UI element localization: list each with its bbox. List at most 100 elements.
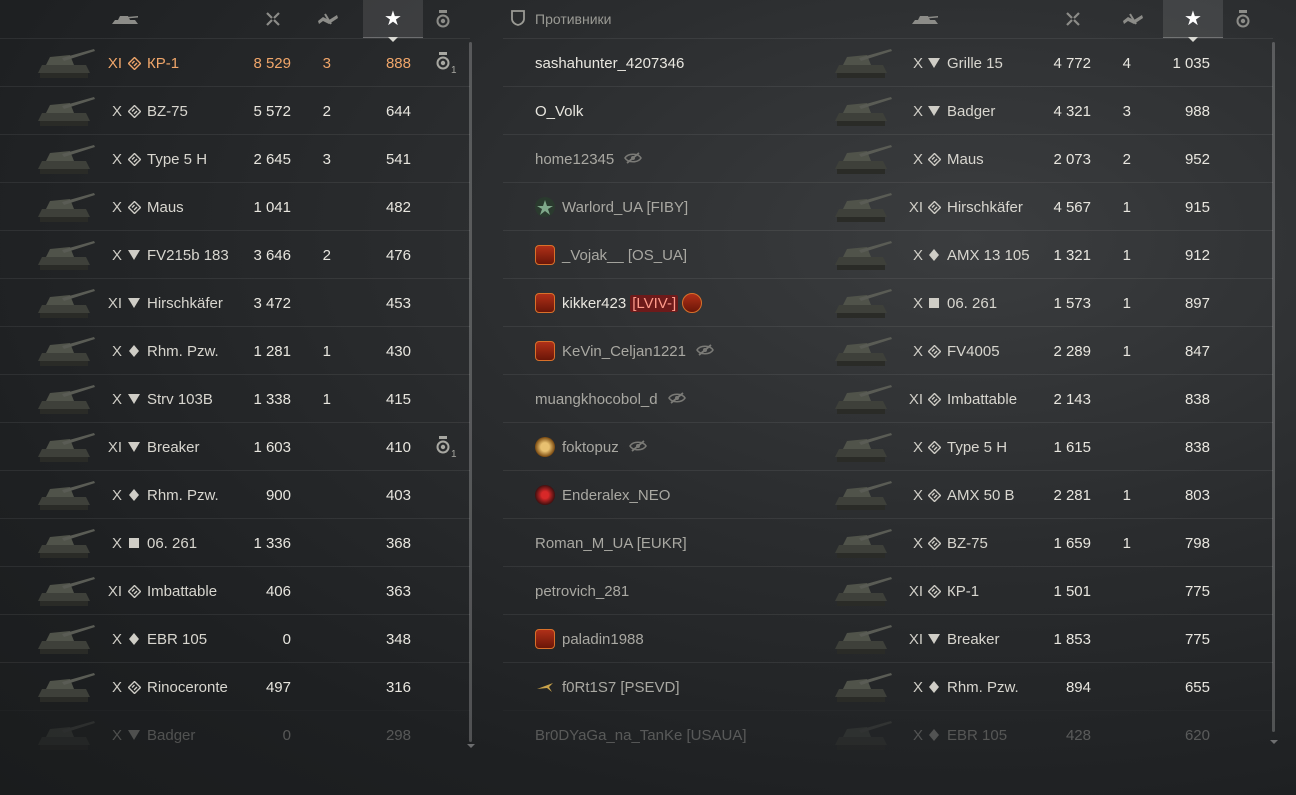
enemy-scrollbar[interactable]: [1272, 42, 1275, 732]
vehicle-tier: X: [111, 534, 122, 552]
sort-by-xp-button[interactable]: ★: [1163, 0, 1223, 42]
frags-value: [300, 567, 331, 615]
sort-by-xp-button[interactable]: ★: [363, 0, 423, 42]
player-name-cell[interactable]: O_Volk: [535, 87, 835, 135]
vehicle-thumbnail: [829, 523, 893, 563]
vehicle-tier: X: [111, 102, 122, 120]
frags-value: 2: [322, 102, 331, 120]
ally-table-row[interactable]: XI Breaker 1 603 410 1: [0, 422, 470, 470]
ally-table-row[interactable]: X Strv 103B 1 338 1 415: [0, 374, 470, 422]
vehicle-tier: X: [111, 726, 122, 744]
medal-icon: [436, 52, 450, 74]
sort-by-medals-button[interactable]: [1228, 0, 1258, 38]
md-class-icon: [126, 135, 142, 183]
sort-by-medals-button[interactable]: [428, 0, 458, 38]
sort-by-damage-button[interactable]: [255, 0, 291, 38]
enemy-scroll-down-icon[interactable]: [1270, 740, 1278, 744]
ally-table-row[interactable]: X Rhm. Pzw. 900 403: [0, 470, 470, 518]
enemy-table-row[interactable]: f0Rt1S7 [PSEVD] X Rhm. Pzw. 894 655: [503, 662, 1273, 710]
clan-emblem-icon: [535, 341, 555, 361]
enemy-table-row[interactable]: home12345 X Maus 2 073 2 952: [503, 134, 1273, 182]
sort-by-frags-button[interactable]: [310, 0, 346, 38]
player-name: muangkhocobol_d: [535, 390, 658, 408]
ally-table-row[interactable]: XI КР-1 8 529 3 888 1: [0, 38, 470, 86]
ally-table-row[interactable]: X 06. 261 1 336 368: [0, 518, 470, 566]
damage-value: 1 853: [1053, 630, 1091, 648]
xp-value: 453: [385, 294, 411, 312]
ally-table-row[interactable]: XI Hirschkäfer 3 472 453: [0, 278, 470, 326]
frags-value: 2: [1122, 150, 1131, 168]
player-name-cell[interactable]: kikker423 [LVIV-]: [535, 279, 835, 327]
damage-value: 1 603: [253, 438, 291, 456]
player-name-cell[interactable]: muangkhocobol_d: [535, 375, 835, 423]
player-name-cell[interactable]: f0Rt1S7 [PSEVD]: [535, 663, 835, 711]
ally-table-row[interactable]: X BZ-75 5 572 2 644: [0, 86, 470, 134]
player-name-cell[interactable]: sashahunter_4207346: [535, 39, 835, 87]
player-name-cell[interactable]: home12345: [535, 135, 835, 183]
sort-by-vehicle-button[interactable]: [105, 0, 145, 38]
player-name-cell[interactable]: Br0DYaGa_na_TanKe [USAUA]: [535, 711, 835, 759]
vehicle-tier: X: [111, 678, 122, 696]
xp-value: 482: [385, 198, 411, 216]
ally-table-row[interactable]: X Rinoceronte 497 316: [0, 662, 470, 710]
td-class-icon: [126, 231, 142, 279]
xp-value: 430: [385, 342, 411, 360]
player-name-cell[interactable]: Roman_M_UA [EUKR]: [535, 519, 835, 567]
enemy-table-row[interactable]: KeVin_Celjan1221 X FV4005 2 289 1 847: [503, 326, 1273, 374]
sort-by-frags-button[interactable]: [1115, 0, 1151, 38]
enemy-table-row[interactable]: petrovich_281 XI КР-1 1 501 775: [503, 566, 1273, 614]
player-name-cell[interactable]: paladin1988: [535, 615, 835, 663]
enemy-table-row[interactable]: Enderalex_NEO X AMX 50 B2 281 1 803: [503, 470, 1273, 518]
enemy-table-row[interactable]: Roman_M_UA [EUKR] X BZ-75 1 659 1 798: [503, 518, 1273, 566]
enemy-table-row[interactable]: Warlord_UA [FIBY] XI Hirschkäfer 4 567 1 915: [503, 182, 1273, 230]
lt-class-icon: [126, 471, 142, 519]
ally-table-row[interactable]: XI Imbattable 406 363: [0, 566, 470, 614]
player-name-cell[interactable]: KeVin_Celjan1221: [535, 327, 835, 375]
ally-scrollbar[interactable]: [469, 42, 472, 742]
player-name-cell[interactable]: foktopuz: [535, 423, 835, 471]
damage-value: 4 567: [1053, 198, 1091, 216]
enemy-table-row[interactable]: muangkhocobol_d XI Imbattable 2 143 838: [503, 374, 1273, 422]
frags-value: [300, 711, 331, 759]
vehicle-tier: XI: [107, 54, 122, 72]
ally-table-row[interactable]: X Type 5 H2 645 3 541: [0, 134, 470, 182]
ally-table-row[interactable]: X EBR 105 0 348: [0, 614, 470, 662]
xp-value: 541: [385, 150, 411, 168]
enemy-table-row[interactable]: Br0DYaGa_na_TanKe [USAUA] X EBR 105 428 620: [503, 710, 1273, 758]
player-name-cell[interactable]: Warlord_UA [FIBY]: [535, 183, 835, 231]
destroyed-tank-icon: [1122, 12, 1144, 26]
enemy-table-row[interactable]: O_Volk X Badger 4 321 3 988: [503, 86, 1273, 134]
damage-value: 894: [1065, 678, 1091, 696]
enemy-table-row[interactable]: sashahunter_4207346 X Grille 15 4 772 4 1 035: [503, 38, 1273, 86]
sort-by-vehicle-button[interactable]: [905, 0, 945, 38]
enemy-table-row[interactable]: foktopuz X Type 5 H1 615 838: [503, 422, 1273, 470]
damage-value: 1 573: [1053, 294, 1091, 312]
xp-value: 915: [1184, 198, 1210, 216]
player-name-cell[interactable]: petrovich_281: [535, 567, 835, 615]
frags-value: 1: [1122, 246, 1131, 264]
vehicle-tier: XI: [107, 294, 122, 312]
damage-value: 2 281: [1053, 486, 1091, 504]
player-name-cell[interactable]: _Vojak__ [OS_UA]: [535, 231, 835, 279]
sort-by-damage-button[interactable]: [1055, 0, 1091, 38]
ally-table-row[interactable]: X Maus 1 041 482: [0, 182, 470, 230]
enemy-table-row[interactable]: kikker423 [LVIV-] X 06. 261 1 573 1 897: [503, 278, 1273, 326]
vehicle-thumbnail: [829, 91, 893, 131]
xp-value: 803: [1184, 486, 1210, 504]
clan-emblem-icon: [535, 437, 555, 457]
player-name: paladin1988: [562, 630, 644, 648]
xp-value: 838: [1184, 438, 1210, 456]
enemy-table-row[interactable]: _Vojak__ [OS_UA] X AMX 13 105 1 321 1 912: [503, 230, 1273, 278]
ally-scroll-down-icon[interactable]: [467, 744, 475, 748]
xp-value: 476: [385, 246, 411, 264]
enemy-header: Противники ★: [503, 0, 1273, 42]
crossed-shells-icon: [1065, 11, 1081, 27]
enemy-table-row[interactable]: paladin1988 XI Breaker 1 853 775: [503, 614, 1273, 662]
ally-table-row[interactable]: X Rhm. Pzw. 1 281 1 430: [0, 326, 470, 374]
ally-table-row[interactable]: X Badger 0 298: [0, 710, 470, 758]
player-name-cell[interactable]: Enderalex_NEO: [535, 471, 835, 519]
vehicle-thumbnail: [829, 43, 893, 83]
vehicle-tier: X: [912, 678, 923, 696]
damage-value: 3 472: [253, 294, 291, 312]
ally-table-row[interactable]: X FV215b 183 3 646 2 476: [0, 230, 470, 278]
